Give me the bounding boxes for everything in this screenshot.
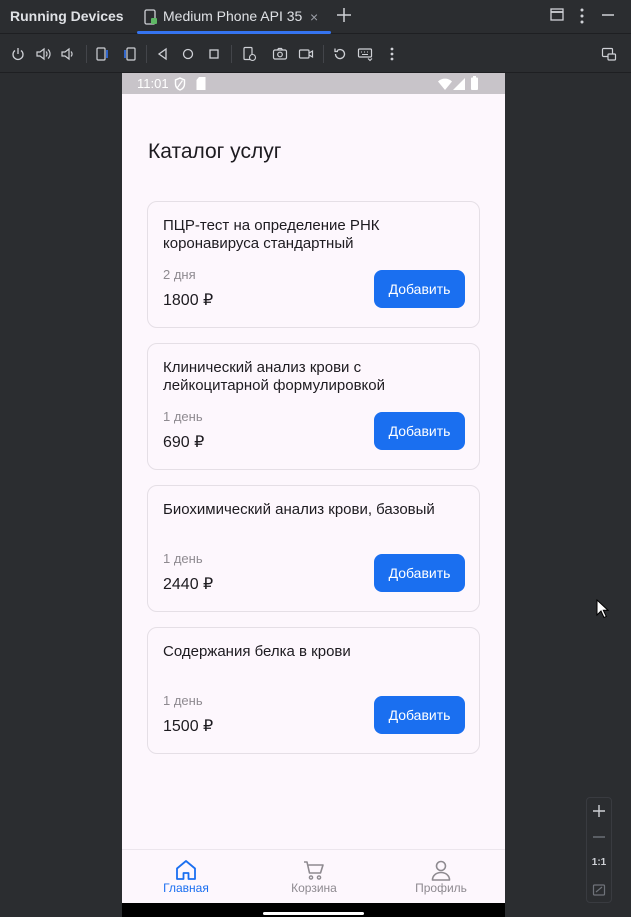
service-card: Биохимический анализ крови, базовый 1 де… <box>147 485 480 612</box>
service-name: ПЦР-тест на определение РНК коронавируса… <box>163 217 380 252</box>
zoom-actual-size-button[interactable]: 1:1 <box>587 857 611 868</box>
wifi-icon <box>438 77 452 95</box>
service-duration: 1 день <box>163 409 203 424</box>
profile-icon <box>429 858 453 882</box>
android-status-bar: 11:01 <box>122 73 505 94</box>
toolbar-separator <box>231 45 232 63</box>
ide-title-bar: Running Devices Medium Phone API 35 × <box>0 0 631 34</box>
active-tab-indicator <box>137 31 331 34</box>
close-icon[interactable]: × <box>310 9 318 25</box>
cart-icon <box>302 858 326 882</box>
add-button[interactable]: Добавить <box>374 554 465 592</box>
overview-icon[interactable] <box>206 46 222 62</box>
service-card: Клинический анализ крови с лейкоцитарной… <box>147 343 480 470</box>
vpn-shield-icon <box>174 77 186 96</box>
mirror-icon[interactable] <box>601 46 617 62</box>
service-price: 690 ₽ <box>163 434 205 451</box>
gesture-handle[interactable] <box>263 912 364 915</box>
panel-title: Running Devices <box>10 8 124 24</box>
battery-icon <box>471 76 478 95</box>
add-button[interactable]: Добавить <box>374 270 465 308</box>
keyboard-icon[interactable] <box>357 46 373 62</box>
volume-up-icon[interactable] <box>35 46 51 62</box>
bottom-navigation: Главная Корзина Профиль <box>122 849 505 903</box>
signal-icon <box>453 77 465 95</box>
rotate-right-icon[interactable] <box>121 46 137 62</box>
maximize-icon[interactable] <box>550 7 564 28</box>
home-icon[interactable] <box>180 46 196 62</box>
minimize-icon[interactable] <box>601 7 615 28</box>
more-icon[interactable] <box>384 46 400 62</box>
zoom-fit-icon[interactable] <box>587 878 611 902</box>
nav-item-cart[interactable]: Корзина <box>250 850 378 904</box>
toolbar-separator <box>323 45 324 63</box>
tab-label: Medium Phone API 35 <box>163 8 303 24</box>
toolbar-separator <box>86 45 87 63</box>
tab-medium-phone[interactable]: Medium Phone API 35 × <box>137 0 331 34</box>
service-price: 2440 ₽ <box>163 576 214 593</box>
service-name: Содержания белка в крови <box>163 643 351 660</box>
nav-label: Корзина <box>291 881 337 895</box>
nav-label: Профиль <box>415 881 467 895</box>
power-icon[interactable] <box>10 46 26 62</box>
toolbar-separator <box>146 45 147 63</box>
gesture-navigation-bar <box>122 903 505 917</box>
sd-card-icon <box>196 77 206 95</box>
service-duration: 1 день <box>163 693 203 708</box>
nav-item-home[interactable]: Главная <box>122 850 250 904</box>
service-card: Содержания белка в крови 1 день 1500 ₽ Д… <box>147 627 480 754</box>
options-icon[interactable] <box>577 7 587 30</box>
page-title: Каталог услуг <box>148 140 282 163</box>
add-tab-icon[interactable] <box>335 5 353 30</box>
emulator-toolbar <box>0 35 631 73</box>
screenshot-icon[interactable] <box>272 46 288 62</box>
back-icon[interactable] <box>155 46 171 62</box>
add-button[interactable]: Добавить <box>374 696 465 734</box>
zoom-out-icon[interactable] <box>587 825 611 849</box>
zoom-controls: 1:1 <box>586 797 612 903</box>
service-duration: 2 дня <box>163 267 196 282</box>
service-name: Клинический анализ крови с лейкоцитарной… <box>163 359 385 394</box>
zoom-in-icon[interactable] <box>587 799 611 823</box>
service-price: 1500 ₽ <box>163 718 214 735</box>
volume-down-icon[interactable] <box>60 46 76 62</box>
service-card: ПЦР-тест на определение РНК коронавируса… <box>147 201 480 328</box>
home-icon <box>174 858 198 882</box>
mouse-pointer-icon <box>596 598 610 624</box>
reset-icon[interactable] <box>332 46 348 62</box>
service-price: 1800 ₽ <box>163 292 214 309</box>
device-screen[interactable]: 11:01 Каталог услуг ПЦР-тест на определе… <box>122 73 505 917</box>
snapshot-icon[interactable] <box>241 46 257 62</box>
nav-item-profile[interactable]: Профиль <box>377 850 505 904</box>
service-duration: 1 день <box>163 551 203 566</box>
device-icon <box>144 9 158 30</box>
screen-record-icon[interactable] <box>298 46 314 62</box>
service-name: Биохимический анализ крови, базовый <box>163 501 435 518</box>
status-time: 11:01 <box>137 76 169 91</box>
nav-label: Главная <box>163 881 209 895</box>
rotate-left-icon[interactable] <box>95 46 111 62</box>
add-button[interactable]: Добавить <box>374 412 465 450</box>
